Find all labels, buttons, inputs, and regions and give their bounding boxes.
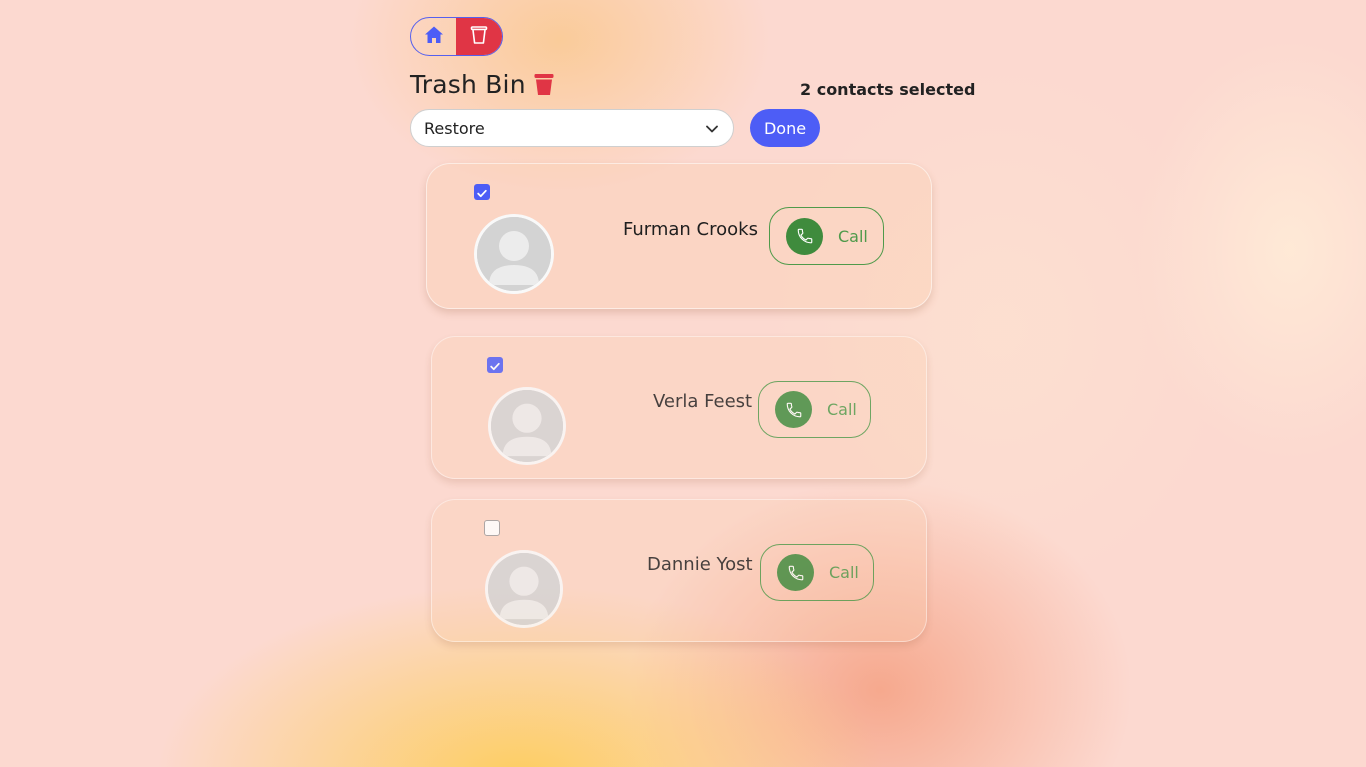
contact-name: Dannie Yost xyxy=(647,554,753,575)
trash-bin-icon xyxy=(534,73,554,96)
phone-icon xyxy=(786,217,823,255)
avatar xyxy=(474,214,554,294)
contact-checkbox[interactable] xyxy=(484,520,500,536)
home-button[interactable] xyxy=(411,18,456,55)
bulk-action-select[interactable]: Restore xyxy=(410,109,734,147)
checkmark-icon xyxy=(490,356,500,375)
trash-button[interactable] xyxy=(456,18,502,55)
done-button[interactable]: Done xyxy=(750,109,820,147)
contact-name: Furman Crooks xyxy=(623,219,758,240)
call-button[interactable]: Call xyxy=(758,381,871,438)
contact-checkbox[interactable] xyxy=(474,184,490,200)
contact-checkbox[interactable] xyxy=(487,357,503,373)
call-label: Call xyxy=(838,226,868,246)
phone-icon xyxy=(775,391,812,428)
contact-name: Verla Feest xyxy=(653,391,753,412)
call-button[interactable]: Call xyxy=(760,544,874,601)
avatar xyxy=(485,550,563,628)
trash-icon xyxy=(470,25,488,49)
page-title: Trash Bin xyxy=(410,70,554,99)
home-icon xyxy=(424,25,444,49)
checkmark-icon xyxy=(477,183,487,202)
call-button[interactable]: Call xyxy=(769,207,884,265)
bulk-action-value: Restore xyxy=(424,118,485,138)
contact-card: Furman Crooks Call xyxy=(426,163,932,309)
page-title-text: Trash Bin xyxy=(410,70,526,99)
chevron-down-icon xyxy=(705,119,719,138)
call-label: Call xyxy=(829,563,859,582)
phone-icon xyxy=(777,554,814,591)
nav-button-group xyxy=(410,17,503,56)
contact-card: Dannie Yost Call xyxy=(431,499,927,642)
contact-card: Verla Feest Call xyxy=(431,336,927,479)
avatar xyxy=(488,387,566,465)
selected-count: 2 contacts selected xyxy=(800,80,976,99)
call-label: Call xyxy=(827,400,857,419)
